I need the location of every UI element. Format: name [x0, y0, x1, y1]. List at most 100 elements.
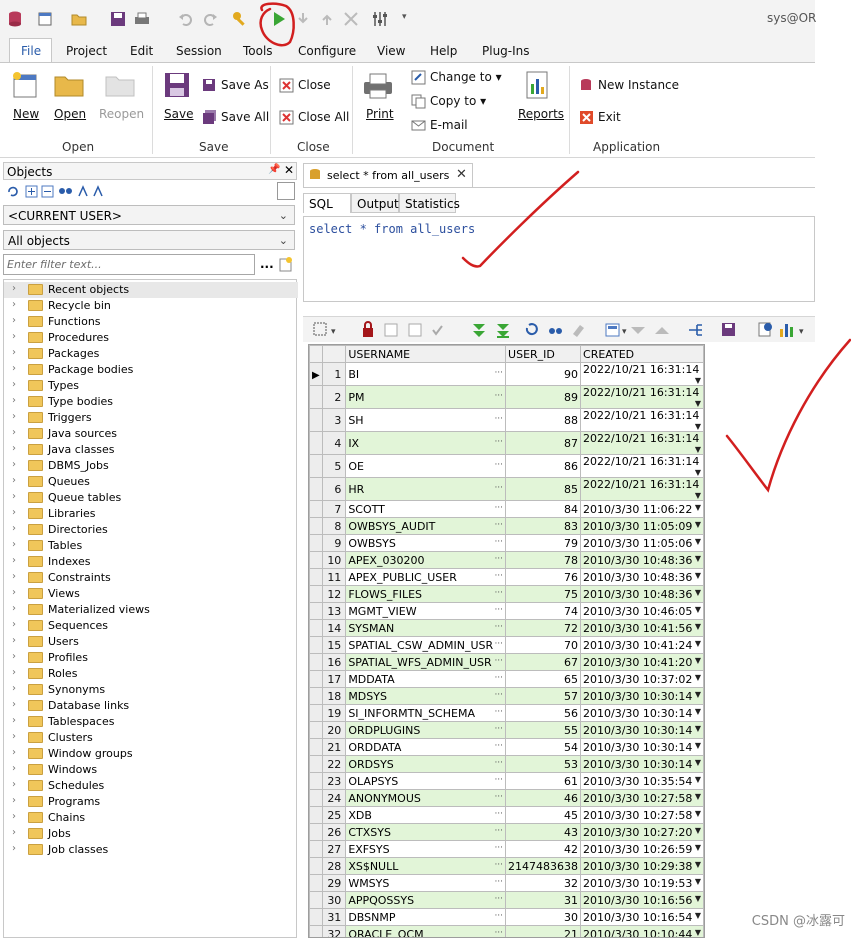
close-pane-icon[interactable]: ✕ [284, 163, 294, 177]
table-row[interactable]: 8 OWBSYS_AUDIT ··· 83 2010/3/30 11:05:09 ▼ [309, 517, 704, 535]
chevron-right-icon[interactable]: › [12, 299, 16, 310]
filter-input[interactable]: Enter filter text... [3, 254, 255, 275]
chevron-right-icon[interactable]: › [12, 699, 16, 710]
chevron-right-icon[interactable]: › [12, 443, 16, 454]
table-row[interactable]: 31 DBSNMP ··· 30 2010/3/30 10:16:54 ▼ [309, 908, 704, 926]
dropdown-arrow-icon[interactable]: ▼ [695, 911, 701, 920]
dropdown-arrow-icon[interactable]: ▼ [695, 877, 701, 886]
save-icon[interactable] [109, 10, 127, 28]
new-doc-icon[interactable] [36, 10, 54, 28]
cell-username[interactable]: SYSMAN ··· [345, 619, 507, 637]
cell-username[interactable]: WMSYS ··· [345, 874, 507, 892]
cell-created[interactable]: 2010/3/30 10:16:54 ▼ [580, 908, 704, 926]
cell-created[interactable]: 2010/3/30 10:27:20 ▼ [580, 823, 704, 841]
tree-item[interactable]: › Queue tables [4, 490, 298, 506]
chevron-right-icon[interactable]: › [12, 523, 16, 534]
cell-user-id[interactable]: 67 [505, 653, 582, 671]
dropdown-arrow-icon[interactable]: ▼ [695, 843, 701, 852]
cell-username[interactable]: SPATIAL_WFS_ADMIN_USR ··· [345, 653, 507, 671]
ellipsis-icon[interactable]: ··· [494, 391, 503, 401]
cell-user-id[interactable]: 75 [505, 585, 582, 603]
cell-created[interactable]: 2022/10/21 16:31:14 ▼ [580, 385, 704, 409]
cell-created[interactable]: 2010/3/30 10:30:14 ▼ [580, 687, 704, 705]
ellipsis-icon[interactable]: ··· [494, 758, 503, 768]
tree-item[interactable]: › Tables [4, 538, 298, 554]
cell-user-id[interactable]: 31 [505, 891, 582, 909]
cell-username[interactable]: ORACLE_OCM ··· [345, 925, 507, 937]
save-as-icon[interactable] [202, 78, 217, 93]
chevron-right-icon[interactable]: › [12, 603, 16, 614]
chevron-right-icon[interactable]: › [12, 539, 16, 550]
dropdown-arrow-icon[interactable]: ▼ [695, 758, 701, 767]
cell-user-id[interactable]: 46 [505, 789, 582, 807]
save-all-icon[interactable] [202, 110, 217, 125]
ellipsis-icon[interactable]: ··· [494, 673, 503, 683]
cell-username[interactable]: ORDSYS ··· [345, 755, 507, 773]
chevron-right-icon[interactable]: › [12, 395, 16, 406]
doc-tab-sql-window[interactable]: select * from all_users ✕ [303, 163, 473, 187]
ellipsis-icon[interactable]: ··· [494, 460, 503, 470]
table-row[interactable]: ▶ 1 BI ··· 90 2022/10/21 16:31:14 ▼ [309, 362, 704, 386]
cell-username[interactable]: APEX_PUBLIC_USER ··· [345, 568, 507, 586]
close-doc-icon[interactable] [279, 78, 294, 93]
cell-username[interactable]: ORDDATA ··· [345, 738, 507, 756]
tree-item[interactable]: › Indexes [4, 554, 298, 570]
exit-button[interactable]: Exit [598, 110, 621, 124]
cell-user-id[interactable]: 32 [505, 874, 582, 892]
chevron-right-icon[interactable]: › [12, 283, 16, 294]
tree-item[interactable]: › Windows [4, 762, 298, 778]
chevron-right-icon[interactable]: › [12, 555, 16, 566]
new-instance-button[interactable]: New Instance [598, 78, 679, 92]
ellipsis-icon[interactable]: ··· [494, 690, 503, 700]
run-icon[interactable] [270, 10, 288, 28]
new-button[interactable]: New [13, 107, 39, 121]
table-row[interactable]: 14 SYSMAN ··· 72 2010/3/30 10:41:56 ▼ [309, 619, 704, 637]
dropdown-arrow-icon[interactable]: ▼ [695, 376, 701, 385]
cell-user-id[interactable]: 79 [505, 534, 582, 552]
open-button[interactable]: Open [54, 107, 86, 121]
cell-created[interactable]: 2010/3/30 10:27:58 ▼ [580, 789, 704, 807]
table-row[interactable]: 18 MDSYS ··· 57 2010/3/30 10:30:14 ▼ [309, 687, 704, 705]
sql-editor[interactable]: select * from all_users [303, 216, 815, 302]
reopen-button[interactable]: Reopen [99, 107, 144, 121]
cell-created[interactable]: 2010/3/30 10:48:36 ▼ [580, 568, 704, 586]
new-object-icon[interactable] [278, 256, 294, 272]
cell-created[interactable]: 2022/10/21 16:31:14 ▼ [580, 454, 704, 478]
col-header-created[interactable]: CREATED [580, 345, 704, 363]
cell-user-id[interactable]: 30 [505, 908, 582, 926]
cell-created[interactable]: 2010/3/30 10:16:56 ▼ [580, 891, 704, 909]
dropdown-arrow-icon[interactable]: ▼ [695, 503, 701, 512]
cell-created[interactable]: 2010/3/30 11:05:09 ▼ [580, 517, 704, 535]
tree-item[interactable]: › Directories [4, 522, 298, 538]
cell-user-id[interactable]: 89 [505, 385, 582, 409]
menu-view[interactable]: View [377, 44, 405, 58]
table-row[interactable]: 19 SI_INFORMTN_SCHEMA ··· 56 2010/3/30 10:30… [309, 704, 704, 722]
chevron-right-icon[interactable]: › [12, 731, 16, 742]
dropdown-arrow-icon[interactable]: ▼ [695, 571, 701, 580]
save-all-button[interactable]: Save All [221, 110, 269, 124]
new-large-icon[interactable] [10, 70, 40, 100]
cell-user-id[interactable]: 83 [505, 517, 582, 535]
open-folder-icon[interactable] [70, 10, 88, 28]
undo-icon[interactable] [177, 10, 195, 28]
cell-username[interactable]: CTXSYS ··· [345, 823, 507, 841]
cell-user-id[interactable]: 45 [505, 806, 582, 824]
redo-icon[interactable] [201, 10, 219, 28]
cell-created[interactable]: 2010/3/30 10:30:14 ▼ [580, 704, 704, 722]
chevron-right-icon[interactable]: › [12, 635, 16, 646]
chevron-right-icon[interactable]: › [12, 363, 16, 374]
menu-help[interactable]: Help [430, 44, 457, 58]
chevron-right-icon[interactable]: › [12, 667, 16, 678]
tree-item[interactable]: › Synonyms [4, 682, 298, 698]
chevron-right-icon[interactable]: › [12, 587, 16, 598]
ellipsis-icon[interactable]: ··· [494, 554, 503, 564]
cell-username[interactable]: FLOWS_FILES ··· [345, 585, 507, 603]
user-combo[interactable]: <CURRENT USER> ⌄ [3, 205, 295, 225]
ellipsis-icon[interactable]: ··· [494, 741, 503, 751]
dropdown-arrow-icon[interactable]: ▼ [695, 741, 701, 750]
ellipsis-icon[interactable]: ··· [494, 826, 503, 836]
menu-edit[interactable]: Edit [130, 44, 153, 58]
tree-item[interactable]: › Package bodies [4, 362, 298, 378]
chevron-right-icon[interactable]: › [12, 779, 16, 790]
tree-item[interactable]: › Triggers [4, 410, 298, 426]
